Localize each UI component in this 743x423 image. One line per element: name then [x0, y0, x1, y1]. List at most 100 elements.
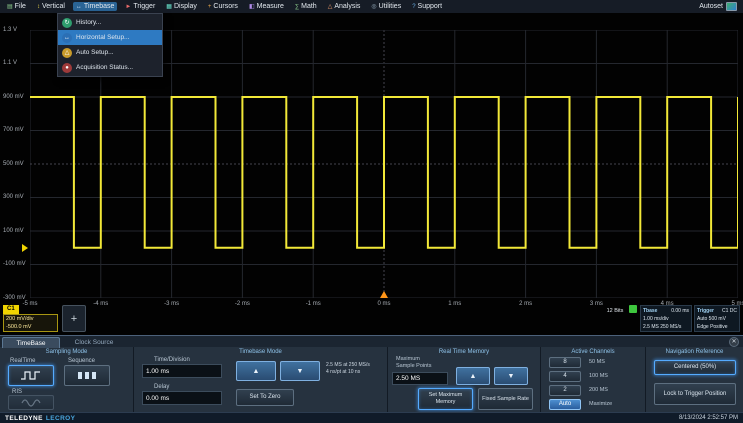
trigger-title: Trigger [697, 307, 714, 315]
channels-8-button[interactable]: 8 [549, 357, 581, 368]
max-sample-points-label-2: Sample Points [396, 363, 431, 369]
x-axis-label: -3 ms [157, 301, 187, 307]
memory-up-button[interactable]: ▲ [456, 367, 490, 385]
vertical-icon: ↕ [37, 4, 40, 10]
menu-item-label: Measure [257, 3, 284, 10]
acquisition-status-icon: ● [62, 63, 72, 73]
centered-button[interactable]: Centered (50%) [654, 360, 736, 375]
menu-item-display[interactable]: ▦Display [163, 2, 200, 11]
max-sample-points-field[interactable]: 2.50 MS [392, 372, 448, 385]
max-sample-points-value: 2.50 MS [396, 375, 420, 382]
sample-rate-line2: 4 ns/pt at 10 ns [326, 369, 386, 376]
clock-datetime: 8/13/2024 2:52:57 PM [679, 415, 738, 421]
channels-2-label: 2 [563, 387, 566, 394]
menu-item-label: Math [301, 3, 317, 10]
menu-item-label: File [15, 3, 26, 10]
horizontal-setup-icon: ↔ [62, 33, 72, 43]
menu-item-analysis[interactable]: △Analysis [325, 2, 364, 11]
time-division-down-button[interactable]: ▼ [280, 361, 320, 381]
set-to-zero-button[interactable]: Set To Zero [236, 389, 294, 406]
y-axis-label: 700 mV [3, 127, 24, 133]
timebase-menu-dropdown: ↻ History... ↔ Horizontal Setup... △ Auto Set… [57, 13, 163, 77]
menu-item-file[interactable]: ▤File [4, 2, 29, 11]
dropdown-item-acquisition-status[interactable]: ●Acquisition Status... [58, 60, 162, 75]
sample-rate-line1: 2.5 MS at 250 MS/s [326, 362, 386, 369]
c1-settings: 200 mV/div -500.0 mV [3, 314, 58, 332]
utilities-icon: ◎ [371, 4, 376, 10]
section-real-time-memory: Real Time Memory Maximum Sample Points 2… [387, 347, 540, 412]
x-axis-label: 1 ms [440, 301, 470, 307]
autoset-icon [726, 2, 737, 11]
display-icon: ▦ [166, 4, 172, 10]
time-division-label: Time/Division [154, 357, 190, 363]
delay-field[interactable]: 0.00 ms [142, 391, 222, 405]
analysis-icon: △ [328, 4, 333, 10]
lock-to-trigger-button[interactable]: Lock to Trigger Position [654, 383, 736, 405]
auto-setup-icon: △ [62, 48, 72, 58]
y-axis-label: 900 mV [3, 94, 24, 100]
menu-item-utilities[interactable]: ◎Utilities [368, 2, 404, 11]
y-axis-label: -100 mV [3, 261, 26, 267]
timebase-summary-tag[interactable] [629, 305, 637, 313]
sequence-button[interactable] [64, 365, 110, 386]
section-timebase-mode: Timebase Mode Time/Division 1.00 ms ▲ ▼ … [133, 347, 387, 412]
menu-item-cursors[interactable]: +Cursors [205, 2, 241, 11]
channels-2-button[interactable]: 2 [549, 385, 581, 396]
y-axis-label: 100 mV [3, 228, 24, 234]
set-maximum-memory-button[interactable]: Set Maximum Memory [418, 388, 473, 410]
x-axis-label: 0 ms [369, 301, 399, 307]
autoset-button[interactable]: Autoset [699, 2, 739, 11]
dropdown-item-label: Horizontal Setup... [76, 34, 129, 41]
menu-item-label: Trigger [133, 3, 155, 10]
ris-button[interactable] [8, 395, 54, 410]
menu-item-timebase[interactable]: ↔Timebase [73, 2, 117, 11]
c1-channel-descriptor[interactable]: C1 200 mV/div -500.0 mV [3, 305, 58, 332]
fixed-sample-rate-button[interactable]: Fixed Sample Rate [478, 388, 533, 410]
timebase-descriptor[interactable]: Tbase 0.00 ms 1.00 ms/div 2.5 MS 250 MS/… [640, 305, 692, 332]
channels-4-button[interactable]: 4 [549, 371, 581, 382]
dropdown-item-history[interactable]: ↻ History... [58, 15, 162, 30]
dialog-tab-bar: TimeBase Clock Source ✕ [0, 335, 743, 347]
trigger-descriptor[interactable]: Trigger C1 DC Auto 500 mV Edge Positive [694, 305, 740, 332]
section-sampling-mode: Sampling Mode RealTime Sequence RIS [0, 347, 133, 412]
max-sample-points-label-1: Maximum [396, 356, 420, 362]
dialog-close-button[interactable]: ✕ [729, 337, 739, 347]
time-division-field[interactable]: 1.00 ms [142, 364, 222, 378]
menu-item-trigger[interactable]: ►Trigger [122, 2, 158, 11]
channels-auto-button[interactable]: Auto [549, 399, 581, 410]
dropdown-item-label: History... [76, 19, 101, 26]
sequence-wave-icon [76, 370, 98, 381]
y-axis-label: 1.1 V [3, 60, 17, 66]
up-arrow-icon: ▲ [253, 368, 260, 375]
realtime-wave-icon [20, 370, 42, 381]
autoset-label: Autoset [699, 3, 723, 10]
memory-down-button[interactable]: ▼ [494, 367, 528, 385]
navigation-reference-header: Navigation Reference [646, 347, 743, 355]
channels-4-desc: 100 MS [589, 373, 608, 379]
menu-item-math[interactable]: ∑Math [292, 2, 320, 11]
real-time-memory-header: Real Time Memory [388, 347, 540, 355]
dropdown-item-label: Auto Setup... [76, 49, 114, 56]
dropdown-item-horizontal-setup[interactable]: ↔ Horizontal Setup... [58, 30, 162, 45]
bits-indicator: 12 Bits [604, 308, 626, 315]
menu-item-support[interactable]: ?Support [409, 2, 445, 11]
trigger-position-marker[interactable] [380, 291, 388, 298]
realtime-button[interactable] [8, 365, 54, 386]
time-division-up-button[interactable]: ▲ [236, 361, 276, 381]
y-axis-label: 1.3 V [3, 27, 17, 33]
add-trace-button[interactable]: + [62, 305, 86, 332]
history-icon: ↻ [62, 18, 72, 28]
dropdown-item-auto-setup[interactable]: △ Auto Setup... [58, 45, 162, 60]
sampling-mode-header: Sampling Mode [0, 347, 133, 355]
menu-item-label: Analysis [334, 3, 360, 10]
channels-4-label: 4 [563, 373, 566, 380]
trigger-icon: ► [125, 4, 131, 10]
menu-item-measure[interactable]: ◧Measure [246, 2, 287, 11]
menu-item-vertical[interactable]: ↕Vertical [34, 2, 68, 11]
c1-zero-level-marker[interactable] [22, 244, 28, 252]
x-axis-label: -4 ms [86, 301, 116, 307]
trigger-mode-level: Auto 500 mV [697, 315, 737, 323]
timebase-icon: ↔ [76, 4, 82, 10]
brand-teledyne: TELEDYNE [5, 415, 43, 422]
up-arrow-icon: ▲ [470, 373, 477, 380]
